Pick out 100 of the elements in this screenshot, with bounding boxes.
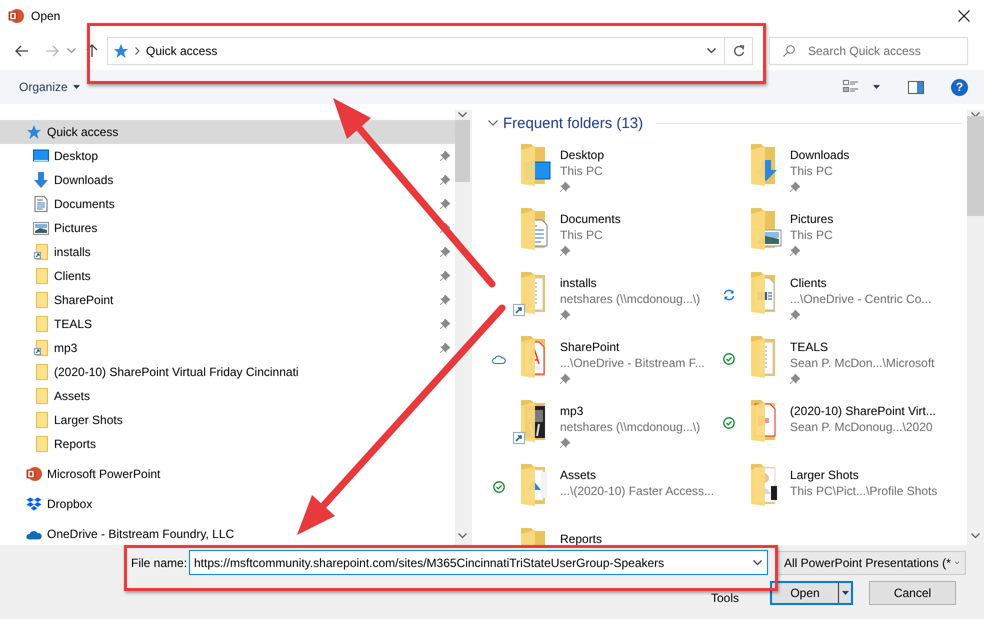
folder-tile[interactable]: Documents This PC (488, 209, 718, 273)
address-bar[interactable]: Quick access (107, 37, 753, 65)
picture-icon (33, 222, 49, 234)
folder-tile[interactable]: Assets ...\(2020-10) Faster Access... (488, 465, 718, 529)
folder-tile[interactable]: TEALS Sean P. McDon...\Microsoft (718, 337, 958, 401)
folder-tile[interactable]: installs netshares (\\mcdonoug...\) (488, 273, 718, 337)
folder-tile[interactable]: Desktop This PC (488, 145, 718, 209)
cancel-button[interactable]: Cancel (869, 581, 956, 605)
folder-location: This PC\Pict...\Profile Shots (790, 483, 938, 499)
nav-item[interactable]: Desktop (0, 144, 455, 168)
nav-label: mp3 (54, 341, 78, 355)
folder-name: Clients (790, 275, 828, 291)
nav-item[interactable]: Clients (0, 264, 455, 288)
file-name-field[interactable]: https://msftcommunity.sharepoint.com/sites/M365CincinnatiTriStateUserGroup-Speakers (189, 550, 768, 575)
folder-name: Larger Shots (790, 467, 860, 483)
open-button[interactable]: Open (770, 581, 854, 605)
folder-location: This PC (790, 227, 834, 243)
preview-pane-icon (908, 80, 924, 94)
scroll-up-icon (458, 112, 467, 118)
folder-tile[interactable]: Pictures This PC (718, 209, 958, 273)
folder-icon (34, 388, 48, 404)
chevron-down-icon (67, 48, 76, 54)
folder-tile[interactable]: SharePoint ...\OneDrive - Bitstream F... (488, 337, 718, 401)
pin-icon (560, 374, 570, 384)
nav-item[interactable]: TEALS (0, 312, 455, 336)
nav-label: Reports (54, 437, 96, 451)
cloud-icon (26, 528, 42, 540)
file-type-dropdown[interactable]: All PowerPoint Presentations (* (777, 550, 966, 574)
nav-item[interactable]: Downloads (0, 168, 455, 192)
folder-icon (34, 292, 48, 308)
nav-label: OneDrive - Bitstream Foundry, LLC (47, 527, 234, 541)
shortcut-folder-icon (34, 244, 48, 260)
dropbox-icon (26, 496, 42, 512)
star-icon (113, 43, 129, 59)
scrollbar-thumb[interactable] (455, 120, 470, 182)
nav-item[interactable]: Dropbox (0, 492, 455, 516)
nav-label: TEALS (54, 317, 92, 331)
nav-item[interactable]: Quick access (0, 120, 455, 144)
folder-name: Downloads (790, 147, 850, 163)
breadcrumb-item[interactable]: Quick access (146, 44, 218, 58)
pin-icon (560, 182, 570, 192)
scrollbar[interactable] (455, 110, 470, 545)
check-icon (723, 417, 735, 429)
nav-item[interactable]: Pictures (0, 216, 455, 240)
nav-item[interactable]: Assets (0, 384, 455, 408)
folder-name: (2020-10) SharePoint Virt... (790, 403, 936, 419)
folder-location: ...\OneDrive - Bitstream F... (560, 355, 705, 371)
scrollbar[interactable] (967, 110, 984, 545)
nav-item[interactable]: SharePoint (0, 288, 455, 312)
tools-button[interactable]: Tools (711, 592, 740, 605)
search-icon (783, 45, 795, 57)
powerpoint-icon (26, 466, 42, 482)
folder-location: netshares (\\mcdonoug...\) (560, 291, 700, 307)
pin-icon (790, 310, 800, 320)
folder-icon (34, 412, 48, 428)
powerpoint-icon (8, 8, 24, 24)
nav-item[interactable]: Documents (0, 192, 455, 216)
scroll-up-icon (971, 112, 980, 118)
nav-label: Documents (54, 197, 115, 211)
caret-icon (842, 591, 849, 595)
folder-location: Sean P. McDonoug...\2020 (790, 419, 934, 435)
chevron-down-icon (752, 560, 762, 566)
organize-button[interactable]: Organize (13, 77, 86, 97)
folder-tile[interactable]: (2020-10) SharePoint Virt... Sean P. McDonoug...\2020 (718, 401, 958, 465)
search-field[interactable]: Search Quick access (769, 37, 968, 65)
nav-label: Dropbox (47, 497, 92, 511)
pin-icon (560, 310, 570, 320)
sync-icon (723, 289, 735, 301)
group-header[interactable]: Frequent folders (13) (482, 112, 962, 134)
pin-icon (440, 247, 450, 257)
scroll-down-icon (971, 533, 980, 539)
folder-tile[interactable]: Downloads This PC (718, 145, 958, 209)
folder-location: This PC (790, 163, 834, 179)
nav-item[interactable]: Microsoft PowerPoint (0, 462, 455, 486)
folder-name: mp3 (560, 403, 584, 419)
folder-tile[interactable]: Larger Shots This PC\Pict...\Profile Shots (718, 465, 958, 529)
folder-name: Documents (560, 211, 621, 227)
download-icon (33, 172, 49, 188)
nav-label: Desktop (54, 149, 98, 163)
nav-item[interactable]: Reports (0, 432, 455, 456)
nav-item[interactable]: OneDrive - Bitstream Foundry, LLC (0, 522, 455, 545)
help-button[interactable]: ? (951, 78, 968, 96)
nav-item[interactable]: mp3 (0, 336, 455, 360)
scroll-down-icon (458, 533, 467, 539)
nav-item[interactable]: Larger Shots (0, 408, 455, 432)
folder-name: Desktop (560, 147, 604, 163)
chevron-down-icon (706, 48, 716, 54)
details-view-icon (843, 80, 859, 94)
nav-item[interactable]: installs (0, 240, 455, 264)
pin-icon (790, 246, 800, 256)
folder-tile[interactable]: mp3 netshares (\\mcdonoug...\) (488, 401, 718, 465)
nav-label: (2020-10) SharePoint Virtual Friday Cincinnati (54, 365, 299, 379)
nav-item[interactable]: (2020-10) SharePoint Virtual Friday Cincinnati (0, 360, 455, 384)
arrow-left-icon (15, 45, 29, 57)
nav-label: Assets (54, 389, 90, 403)
cloud-icon (492, 354, 506, 364)
folder-tile[interactable]: Clients ...\OneDrive - Centric Co... (718, 273, 958, 337)
scrollbar-thumb[interactable] (967, 116, 984, 216)
pin-icon (440, 223, 450, 233)
folder-location: netshares (\\mcdonoug...\) (560, 419, 700, 435)
